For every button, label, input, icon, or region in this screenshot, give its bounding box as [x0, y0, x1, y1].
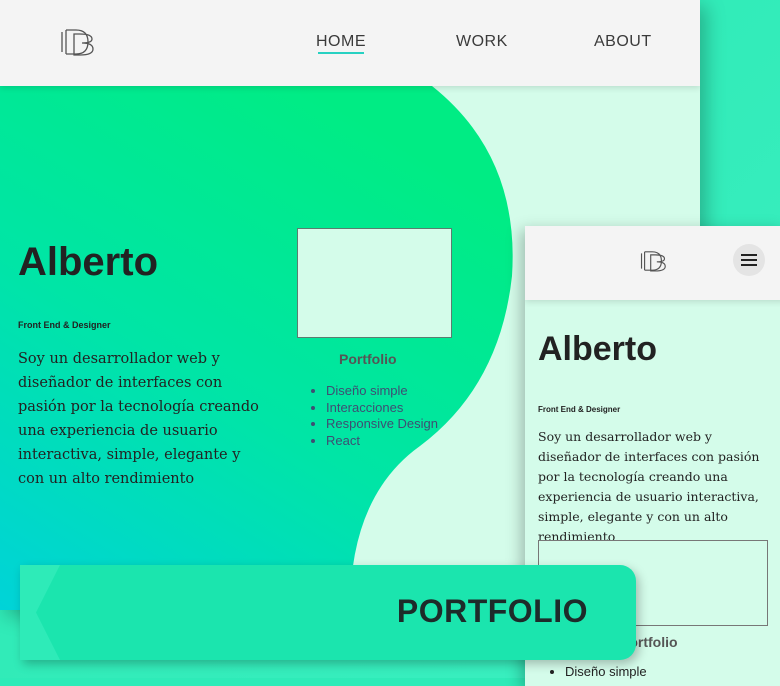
mobile-hero-description: Soy un desarrollador web y diseñador de … — [538, 429, 760, 544]
mobile-header — [525, 226, 780, 300]
nav-home-underline — [318, 52, 364, 54]
logo-icon[interactable] — [60, 26, 94, 58]
hero-description: Soy un desarrollador web y diseñador de … — [18, 351, 259, 487]
nav-about[interactable]: ABOUT — [594, 33, 652, 51]
portfolio-card-title: Portfolio — [339, 351, 397, 367]
portfolio-feature-list: Diseño simple Interacciones Responsive D… — [310, 383, 446, 449]
desktop-header: HOME WORK ABOUT — [0, 0, 700, 86]
list-item: Diseño simple — [565, 664, 647, 679]
hamburger-icon — [741, 259, 757, 261]
list-item: Responsive Design — [326, 416, 446, 433]
banner-label: PORTFOLIO — [396, 593, 588, 629]
hero-name: Alberto — [18, 240, 158, 284]
mobile-hero-name: Alberto — [538, 330, 657, 368]
portfolio-banner: PORTFOLIO — [20, 565, 636, 660]
list-item: Interacciones — [326, 400, 446, 417]
logo-icon[interactable] — [640, 248, 666, 274]
nav-home[interactable]: HOME — [316, 33, 366, 51]
hamburger-icon — [741, 254, 757, 256]
nav-work[interactable]: WORK — [456, 33, 508, 51]
hamburger-menu-button[interactable] — [733, 244, 765, 276]
hero-subtitle: Front End & Designer — [18, 320, 111, 330]
hamburger-icon — [741, 264, 757, 266]
mobile-feature-list: Diseño simple — [549, 664, 647, 679]
list-item: React — [326, 433, 446, 450]
mobile-hero-subtitle: Front End & Designer — [538, 405, 621, 414]
list-item: Diseño simple — [326, 383, 446, 400]
ribbon-notch — [20, 565, 60, 660]
portfolio-thumbnail[interactable] — [297, 228, 452, 338]
